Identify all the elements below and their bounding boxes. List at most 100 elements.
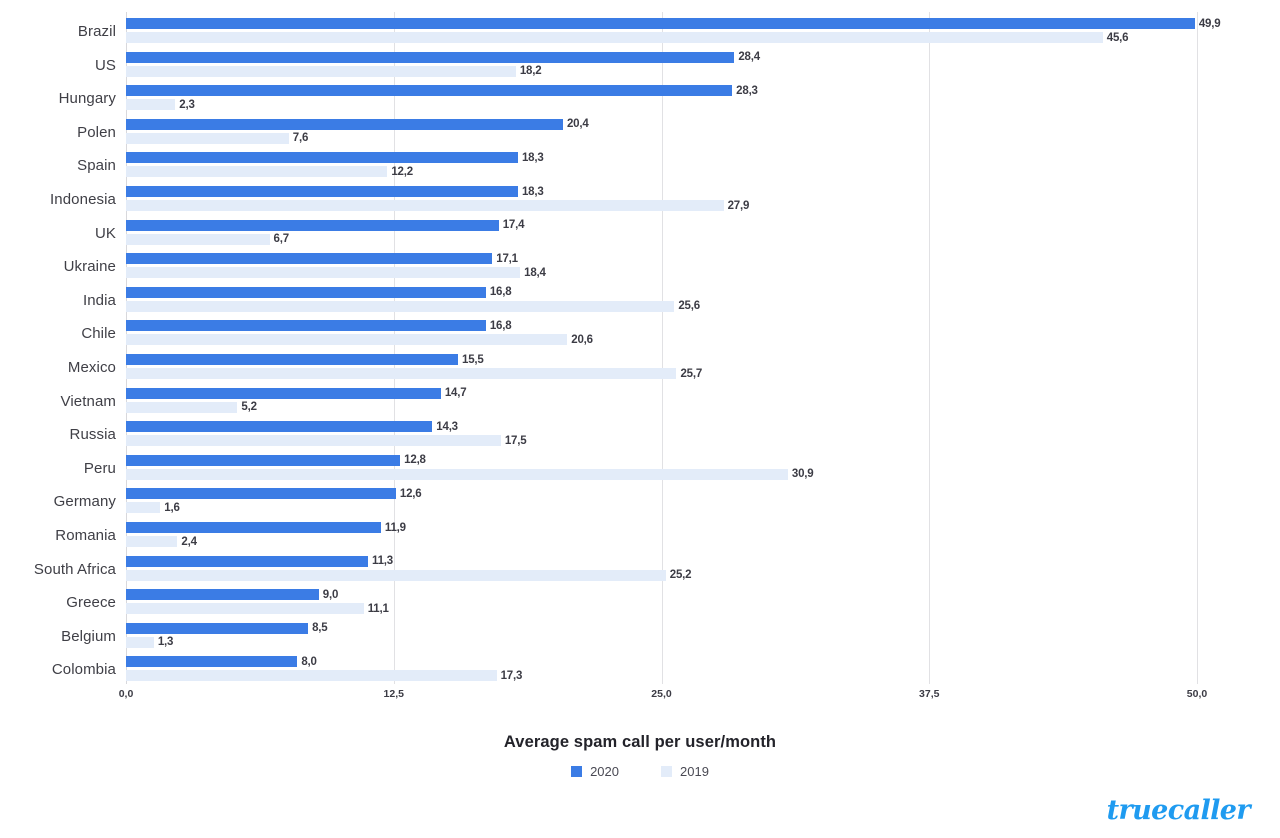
bar-group-2019: 6,7 (126, 233, 1280, 245)
bar-value-label: 25,2 (669, 569, 692, 582)
bar-group-2020: 20,4 (126, 118, 1280, 131)
category-label: India (82, 291, 116, 309)
bar-2020[interactable] (126, 253, 493, 265)
bar-2020[interactable] (126, 387, 441, 399)
bar-row: 49,9 45,6 (126, 18, 1280, 48)
bar-row: 18,3 12,2 (126, 152, 1280, 182)
category-label: Greece (66, 594, 116, 612)
bar-2019[interactable] (126, 166, 388, 178)
x-axis-tick-label: 0,0 (118, 688, 134, 700)
bar-group-2019: 45,6 (126, 32, 1280, 44)
bar-2019[interactable] (126, 334, 568, 346)
bar-2019[interactable] (126, 99, 176, 111)
bar-row: 15,5 25,7 (126, 354, 1280, 384)
bar-2019[interactable] (126, 636, 154, 648)
bar-value-label: 14,7 (444, 387, 467, 400)
x-axis-ticks: 0,0 12,5 25,0 37,5 50,0 (119, 688, 1208, 710)
bar-2020[interactable] (126, 51, 735, 63)
bar-2020[interactable] (126, 622, 309, 634)
bar-value-label: 17,4 (502, 219, 525, 232)
bar-value-label: 11,9 (384, 521, 406, 534)
bar-value-label: 9,0 (322, 588, 339, 601)
bar-value-label: 2,3 (179, 98, 195, 111)
bar-2019[interactable] (126, 300, 675, 312)
bar-row: 16,8 25,6 (126, 286, 1280, 317)
bar-2019[interactable] (126, 569, 666, 581)
bar-2019[interactable] (126, 536, 178, 547)
bar-value-label: 17,3 (500, 669, 523, 682)
bar-2020[interactable] (126, 421, 433, 433)
x-axis-tick-label: 12,5 (383, 688, 404, 700)
bar-row: 18,3 27,9 (126, 186, 1280, 216)
bar-2020[interactable] (126, 186, 518, 197)
bar-value-label: 18,4 (524, 266, 546, 279)
bar-group-2019: 20,6 (126, 333, 1280, 346)
bar-2019[interactable] (126, 267, 521, 279)
bar-2020[interactable] (126, 286, 486, 298)
bar-value-label: 15,5 (462, 353, 484, 366)
category-label: Brazil (77, 23, 116, 40)
bar-group-2019: 5,2 (126, 401, 1280, 414)
plot-area: 49,9 45,6 28,4 18,2 28,3 2,3 20,4 7,6 18,3 12,2 18… (126, 12, 1221, 684)
category-label: UK (94, 224, 116, 242)
bar-2019[interactable] (126, 670, 497, 682)
bar-2019[interactable] (126, 435, 501, 447)
bar-2019[interactable] (126, 132, 289, 144)
bar-group-2020: 15,5 (126, 353, 1280, 366)
bar-2019[interactable] (126, 368, 677, 379)
bar-group-2019: 25,6 (126, 300, 1280, 312)
bar-row: 11,3 25,2 (126, 555, 1280, 586)
bar-2020[interactable] (126, 488, 396, 500)
bar-value-label: 25,7 (680, 367, 703, 380)
category-label: Spain (77, 157, 116, 175)
bar-2019[interactable] (126, 65, 516, 77)
truecaller-logo: truecaller (1107, 795, 1251, 826)
bar-group-2019: 17,3 (126, 669, 1280, 682)
bar-2020[interactable] (126, 85, 733, 97)
bar-value-label: 12,8 (404, 454, 426, 467)
bar-group-2020: 14,7 (126, 387, 1280, 400)
bar-2020[interactable] (126, 18, 1195, 29)
bar-value-label: 5,2 (241, 401, 257, 414)
bar-group-2020: 8,0 (126, 655, 1280, 668)
bar-2019[interactable] (126, 468, 788, 480)
bar-2019[interactable] (126, 32, 1103, 43)
bar-2020[interactable] (126, 589, 319, 601)
bar-2020[interactable] (126, 219, 499, 231)
bar-group-2019: 25,7 (126, 367, 1280, 380)
legend-item-2019[interactable]: 2019 (661, 764, 709, 779)
legend-swatch-2019-icon (661, 766, 672, 777)
bar-group-2020: 17,4 (126, 219, 1280, 232)
legend-label-2020: 2020 (590, 764, 619, 779)
bar-group-2020: 49,9 (126, 18, 1280, 30)
chart-title: Average spam call per user/month (503, 733, 777, 751)
bar-2019[interactable] (126, 233, 270, 245)
bar-value-label: 8,0 (301, 655, 317, 668)
bar-value-label: 20,6 (571, 333, 593, 346)
bar-2019[interactable] (126, 603, 364, 615)
bar-2020[interactable] (126, 354, 458, 365)
bar-2019[interactable] (126, 502, 161, 514)
bar-group-2020: 17,1 (126, 253, 1280, 265)
bar-group-2019: 18,4 (126, 266, 1280, 279)
bar-2020[interactable] (126, 152, 518, 164)
bar-2020[interactable] (126, 118, 563, 130)
bar-rows: 49,9 45,6 28,4 18,2 28,3 2,3 20,4 7,6 18,3 12,2 18… (126, 12, 1221, 684)
bar-group-2020: 28,3 (126, 85, 1280, 97)
bar-value-label: 18,2 (519, 65, 542, 78)
bar-value-label: 20,4 (566, 118, 589, 131)
bar-2019[interactable] (126, 401, 238, 413)
bar-value-label: 8,5 (312, 622, 328, 635)
bar-2020[interactable] (126, 522, 381, 533)
category-label: US (94, 56, 116, 74)
category-label: Chile (81, 325, 116, 343)
bar-2020[interactable] (126, 656, 298, 668)
bar-2020[interactable] (126, 454, 401, 466)
bar-row: 16,8 20,6 (126, 320, 1280, 350)
bar-2019[interactable] (126, 200, 724, 211)
bar-2020[interactable] (126, 555, 369, 567)
bar-group-2019: 18,2 (126, 65, 1280, 78)
legend-item-2020[interactable]: 2020 (571, 764, 619, 779)
bar-value-label: 28,4 (738, 51, 760, 64)
bar-2020[interactable] (126, 320, 486, 332)
